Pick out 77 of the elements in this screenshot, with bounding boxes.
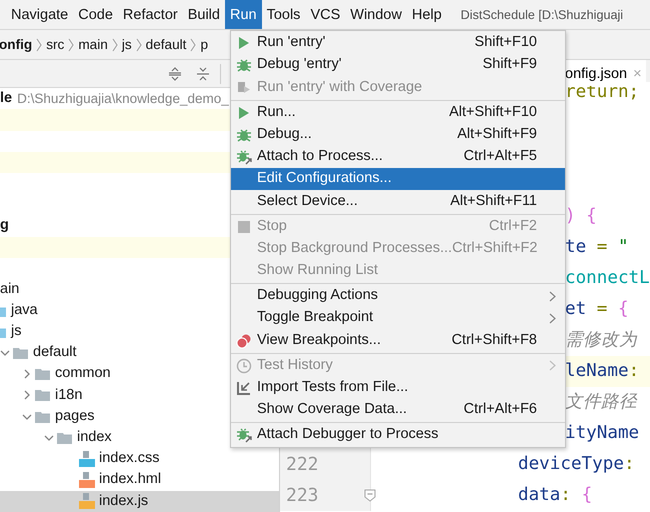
- tree-item[interactable]: js: [11, 321, 22, 343]
- expand-all-icon[interactable]: [168, 66, 182, 81]
- import-icon: [236, 380, 252, 396]
- menu-item[interactable]: Build: [182, 0, 225, 29]
- menu-item[interactable]: Refactor: [118, 0, 183, 29]
- menu-item[interactable]: Attach Debugger to Process: [231, 424, 565, 446]
- bug-arrow-icon: [236, 149, 252, 166]
- html-file-icon: [79, 472, 95, 488]
- tree-item[interactable]: ain: [0, 278, 20, 300]
- menu-item[interactable]: VCS: [305, 0, 346, 29]
- menu-item[interactable]: Debug... Alt+Shift+F9: [231, 124, 565, 146]
- menu-item[interactable]: Import Tests from File...: [231, 376, 565, 399]
- chevron-icon: [36, 38, 42, 52]
- breadcrumb-item[interactable]: p: [200, 30, 208, 59]
- menu-item[interactable]: Edit Configurations...: [231, 168, 565, 190]
- file-tab[interactable]: onfig.json ×: [565, 60, 646, 86]
- js-file-icon: [79, 493, 95, 510]
- code-line: 需修改为: [565, 330, 637, 350]
- menu-item[interactable]: View Breakpoints... Ctrl+Shift+F8: [231, 329, 565, 352]
- clock-icon: [236, 358, 252, 374]
- menu-item[interactable]: Select Device... Alt+Shift+F11: [231, 190, 565, 212]
- bug-arrow-icon: [236, 427, 252, 444]
- breadcrumb-item[interactable]: js: [122, 30, 132, 59]
- stop-icon: [236, 218, 252, 235]
- css-file-icon: [79, 451, 95, 468]
- tree-item[interactable]: pages: [55, 406, 95, 428]
- menu-item[interactable]: Debugging Actions: [231, 285, 565, 308]
- tree-item[interactable]: index.css: [99, 448, 160, 470]
- chevron-icon: [112, 38, 118, 52]
- tree-item[interactable]: default: [33, 342, 77, 364]
- line-number: 222: [286, 453, 319, 477]
- code-line: 文件路径: [565, 392, 637, 412]
- chevron-icon: [68, 38, 74, 52]
- folder-icon: [35, 366, 51, 382]
- code-line: te = ": [565, 237, 629, 257]
- code-line: connectL: [565, 268, 650, 288]
- menu-item[interactable]: Code: [73, 0, 118, 29]
- tree-item[interactable]: index: [77, 426, 112, 449]
- breakpoints-icon: [236, 332, 252, 349]
- menu-item[interactable]: Show Coverage Data... Ctrl+Alt+F6: [231, 399, 565, 422]
- tree-item[interactable]: index.js: [99, 490, 148, 512]
- menu-item[interactable]: Run: [224, 0, 262, 29]
- bug-icon: [236, 57, 252, 74]
- menu-item[interactable]: Window: [345, 0, 407, 29]
- menu-item[interactable]: Debug 'entry' Shift+F9: [231, 54, 565, 76]
- tree-item[interactable]: i18n: [55, 384, 82, 406]
- breadcrumb-item[interactable]: default: [146, 30, 186, 59]
- code-line: deviceType:: [518, 454, 635, 474]
- path-text: D:\Shuzhiguajia\knowledge_demo_: [17, 90, 229, 108]
- chevron-icon: [136, 38, 142, 52]
- menu-item[interactable]: Attach to Process... Ctrl+Alt+F5: [231, 146, 565, 168]
- tree-item[interactable]: java: [11, 300, 38, 322]
- menu-item[interactable]: Help: [406, 0, 447, 29]
- menu-item[interactable]: Toggle Breakpoint: [231, 307, 565, 330]
- code-line: ityName: [565, 423, 640, 443]
- menu-item[interactable]: Run... Alt+Shift+F10: [231, 102, 565, 124]
- code-line: et = {: [565, 299, 629, 319]
- breadcrumb-item[interactable]: main: [78, 30, 108, 59]
- menu-item[interactable]: Tools: [262, 0, 306, 29]
- line-number: 223: [286, 484, 319, 508]
- coverage-icon: [236, 79, 252, 96]
- chevron-icon: [190, 38, 196, 52]
- tree-item[interactable]: g: [0, 215, 9, 237]
- menu-item[interactable]: Navigate: [6, 0, 74, 29]
- window-title: DistSchedule [D:\Shuzhiguaji: [460, 6, 624, 24]
- code-line: ) {: [565, 206, 597, 226]
- collapse-all-icon[interactable]: [196, 66, 210, 81]
- fold-icon[interactable]: [364, 489, 376, 502]
- tree-item[interactable]: le: [0, 88, 12, 110]
- folder-icon: [13, 345, 29, 362]
- tree-item[interactable]: common: [55, 363, 111, 386]
- menu-item[interactable]: Run 'entry' Shift+F10: [231, 32, 565, 54]
- code-line: data: {: [518, 485, 592, 505]
- bug-icon: [236, 126, 252, 143]
- breadcrumb-item[interactable]: src: [46, 30, 64, 59]
- folder-icon: [35, 387, 51, 404]
- tree-item[interactable]: index.hml: [99, 469, 162, 492]
